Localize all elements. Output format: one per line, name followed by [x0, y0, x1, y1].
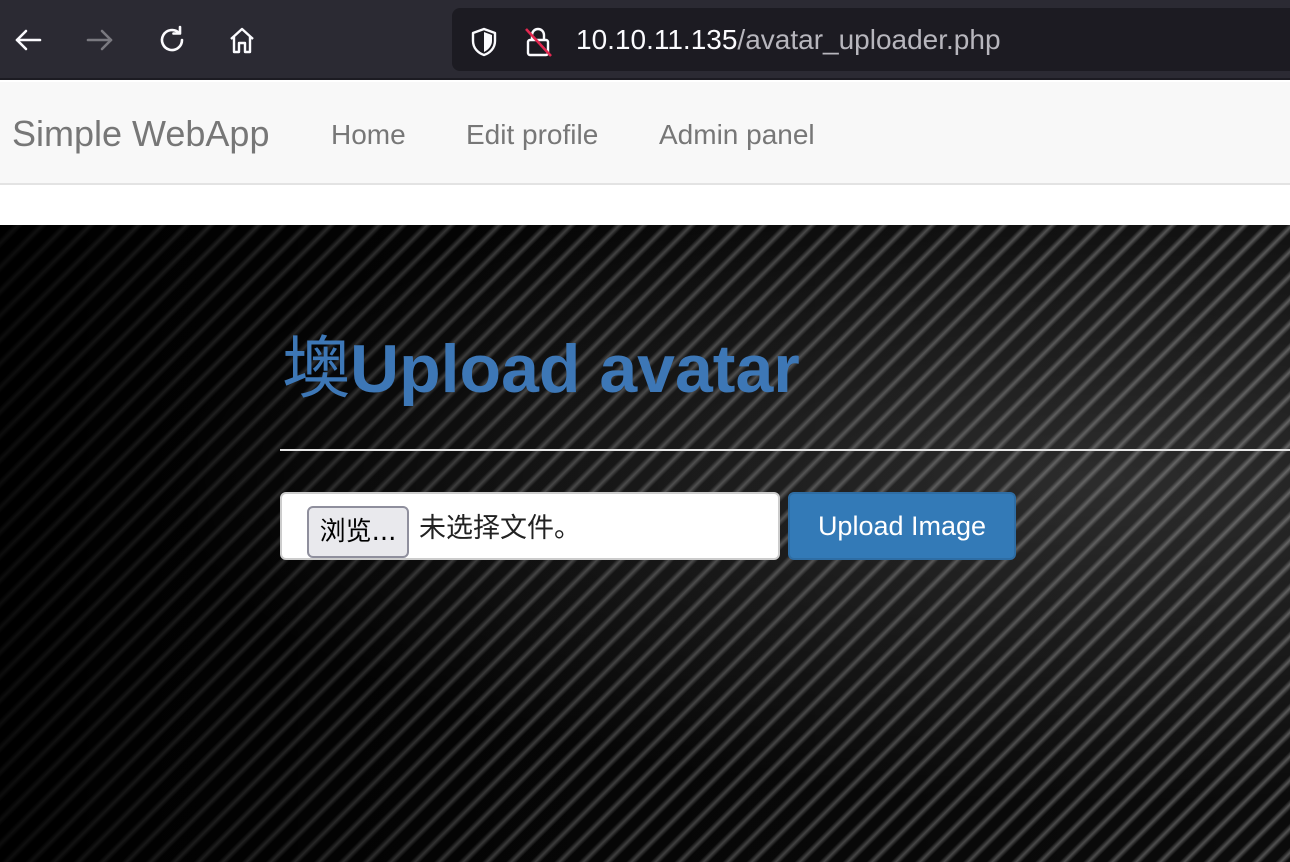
browse-button[interactable]: 浏览...: [307, 506, 409, 558]
spacer: [0, 185, 1290, 225]
upload-image-button[interactable]: Upload Image: [788, 492, 1016, 560]
back-arrow-icon: [15, 29, 42, 51]
nav-link-home[interactable]: Home: [331, 118, 406, 152]
url-host: 10.10.11.135: [576, 24, 738, 55]
url-bar[interactable]: 10.10.11.135/avatar_uploader.php: [452, 8, 1290, 71]
home-icon: [230, 27, 254, 54]
file-input[interactable]: 浏览... 未选择文件。: [280, 492, 780, 560]
site-navbar: Simple WebApp Home Edit profile Admin pa…: [0, 82, 1290, 185]
navbar-brand[interactable]: Simple WebApp: [12, 112, 269, 156]
divider: [280, 449, 1290, 451]
url-path: /avatar_uploader.php: [737, 24, 1001, 55]
nav-link-edit-profile[interactable]: Edit profile: [466, 118, 598, 152]
home-button[interactable]: [222, 20, 262, 60]
shield-icon[interactable]: [468, 26, 500, 58]
reload-icon: [160, 25, 184, 52]
reload-button[interactable]: [152, 20, 192, 60]
heading-glyph: 墺: [282, 331, 351, 407]
url-text[interactable]: 10.10.11.135/avatar_uploader.php: [576, 22, 1001, 58]
back-button[interactable]: [8, 20, 48, 60]
browser-toolbar: 10.10.11.135/avatar_uploader.php: [0, 0, 1290, 80]
insecure-lock-icon[interactable]: [522, 26, 554, 58]
forward-arrow-icon: [86, 29, 113, 51]
upload-section: 墺Upload avatar 浏览... 未选择文件。 Upload Image: [0, 225, 1290, 862]
nav-link-admin-panel[interactable]: Admin panel: [659, 118, 815, 152]
forward-button[interactable]: [80, 20, 120, 60]
heading-text: Upload avatar: [350, 331, 800, 407]
file-status-text: 未选择文件。: [419, 513, 581, 544]
page-title: 墺Upload avatar: [282, 331, 800, 407]
